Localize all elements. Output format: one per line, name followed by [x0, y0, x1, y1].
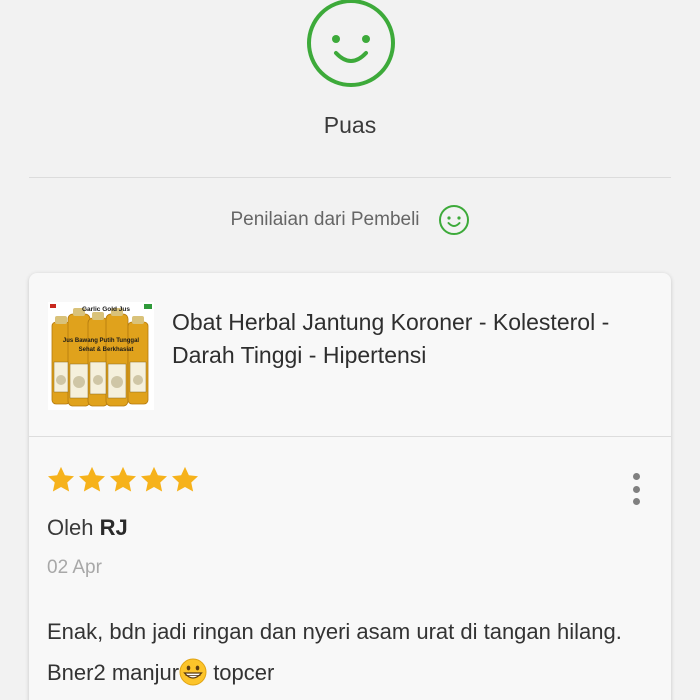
star-icon [141, 466, 167, 492]
more-vertical-icon[interactable] [629, 473, 643, 505]
reviewer-prefix: Oleh [47, 515, 94, 540]
reviewer-name: RJ [99, 515, 128, 540]
star-icon [172, 466, 198, 492]
smiley-small-icon [438, 205, 469, 235]
review-text-tail: topcer [207, 660, 275, 685]
review-text: Enak, bdn jadi ringan dan nyeri asam ura… [47, 611, 647, 693]
more-dot [632, 485, 640, 493]
star-icon [110, 466, 136, 492]
product-line2-text: Sehat & Berkhasiat [79, 347, 134, 353]
product-row[interactable]: Garlic Gold Jus Jus Bawang Putih Tunggal… [29, 273, 671, 437]
product-line1-text: Jus Bawang Putih Tunggal [63, 338, 140, 344]
rating-label: Puas [323, 112, 377, 138]
buyer-rating-header: Penilaian dari Pembeli [0, 204, 700, 236]
star-icon [79, 466, 105, 492]
product-brand-text: Garlic Gold Jus [82, 306, 130, 313]
review-date: 02 Apr [47, 557, 102, 578]
grinning-face-icon [179, 658, 207, 686]
product-image[interactable]: Garlic Gold Jus Jus Bawang Putih Tunggal… [48, 302, 154, 410]
buyer-rating-label: Penilaian dari Pembeli [230, 209, 420, 230]
star-rating [46, 465, 200, 495]
product-title[interactable]: Obat Herbal Jantung Koroner - Kolesterol… [172, 306, 662, 372]
divider [29, 177, 671, 178]
more-dot [632, 473, 640, 480]
review-text-main: Enak, bdn jadi ringan dan nyeri asam ura… [47, 619, 622, 685]
reviewer-line: Oleh RJ [47, 515, 128, 541]
satisfied-smiley-icon [307, 0, 395, 87]
more-dot [632, 498, 640, 505]
star-icon [48, 466, 74, 492]
review-card: Garlic Gold Jus Jus Bawang Putih Tunggal… [29, 273, 671, 700]
